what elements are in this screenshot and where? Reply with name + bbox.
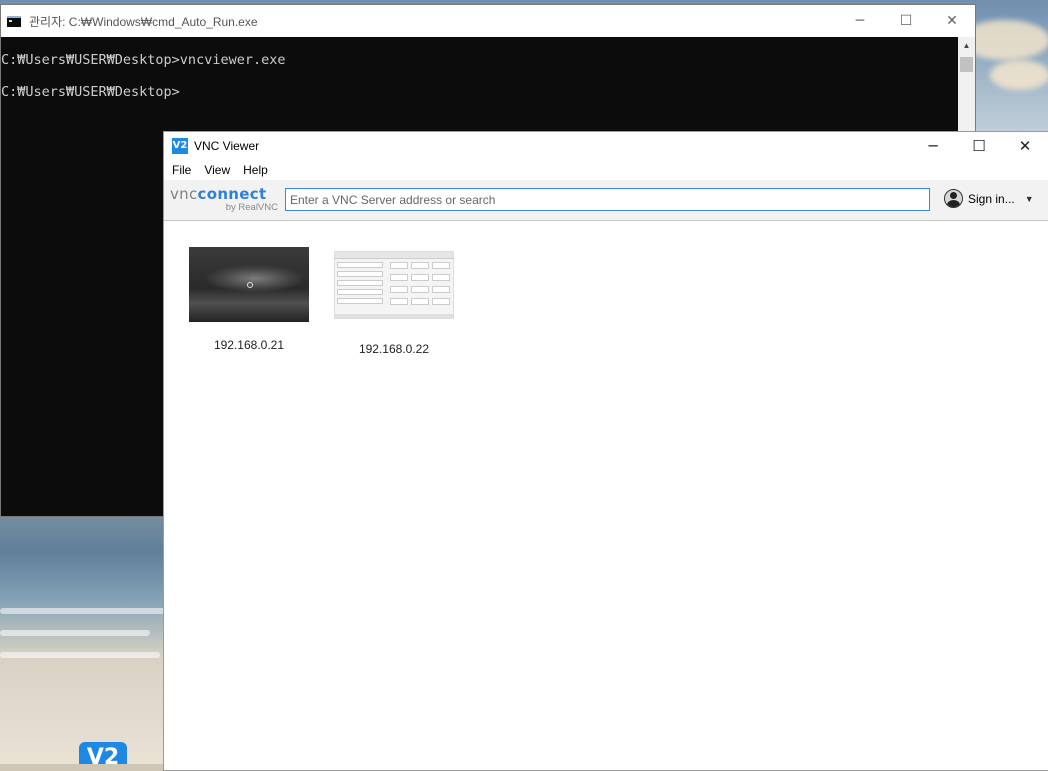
connection-thumbnail[interactable] (334, 251, 454, 319)
minimize-icon: ─ (928, 137, 938, 155)
vnc-connect-logo: vncconnect by RealVNC (170, 187, 282, 213)
vnc-window-title: VNC Viewer (194, 139, 260, 153)
connection-label: 192.168.0.22 (358, 342, 430, 356)
vnc-close-button[interactable]: ✕ (1002, 132, 1048, 160)
maximize-icon: ☐ (972, 137, 986, 155)
maximize-icon: ☐ (899, 13, 913, 29)
vnc-titlebar[interactable]: V2 VNC Viewer ─ ☐ ✕ (164, 132, 1048, 160)
login-spinner-icon (247, 282, 253, 288)
thumbnail-row (337, 298, 383, 304)
thumbnail-key (432, 274, 450, 281)
cmd-title: 관리자: C:₩Windows₩cmd_Auto_Run.exe (29, 14, 258, 29)
thumbnail-key (432, 298, 450, 305)
thumbnail-key (390, 274, 408, 281)
thumbnail-key (390, 298, 408, 305)
scroll-up-icon[interactable]: ▲ (958, 37, 975, 54)
thumbnail-key (390, 286, 408, 293)
close-icon: ✕ (946, 13, 958, 29)
thumbnail-key (411, 298, 429, 305)
sign-in-label: Sign in... (968, 191, 1015, 206)
cmd-console-output[interactable]: C:₩Users₩USER₩Desktop>vncviewer.exe C:₩U… (1, 37, 975, 115)
thumbnail-row (337, 280, 383, 286)
thumbnail-row (337, 289, 383, 295)
connection-thumbnail[interactable] (189, 247, 309, 322)
vnc-viewer-window: V2 VNC Viewer ─ ☐ ✕ File View Help vncco… (163, 131, 1048, 771)
logo-vnc-text: vnc (170, 185, 198, 204)
vnc-maximize-button[interactable]: ☐ (956, 132, 1002, 160)
taskbar-vnc-viewer-icon[interactable]: V2 (79, 742, 127, 764)
minimize-icon: ─ (855, 13, 865, 29)
console-line: C:₩Users₩USER₩Desktop>vncviewer.exe (1, 52, 286, 68)
cmd-close-button[interactable]: ✕ (929, 5, 975, 37)
cmd-titlebar[interactable]: 관리자: C:₩Windows₩cmd_Auto_Run.exe ─ ☐ ✕ (1, 5, 975, 37)
cmd-minimize-button[interactable]: ─ (837, 5, 883, 37)
menu-file[interactable]: File (172, 163, 191, 177)
vnc-toolbar: vncconnect by RealVNC Sign in... ▼ (164, 180, 1048, 221)
connection-tile-192-168-0-21[interactable]: 192.168.0.21 (174, 247, 324, 352)
connection-label: 192.168.0.21 (213, 338, 285, 352)
logo-by-realvnc: by RealVNC (225, 202, 278, 214)
menu-help[interactable]: Help (243, 163, 268, 177)
sign-in-button[interactable]: Sign in... ▼ (944, 189, 1034, 208)
menu-view[interactable]: View (204, 163, 230, 177)
scrollbar-thumb[interactable] (960, 57, 973, 72)
user-avatar-icon (944, 189, 963, 208)
thumbnail-key (432, 286, 450, 293)
vnc-menubar: File View Help (164, 160, 1048, 180)
thumbnail-key (411, 286, 429, 293)
logo-connect-text: connect (197, 185, 267, 204)
cmd-maximize-button[interactable]: ☐ (883, 5, 929, 37)
thumbnail-key (432, 262, 450, 269)
thumbnail-footer (335, 314, 453, 318)
thumbnail-key (411, 274, 429, 281)
connection-tile-192-168-0-22[interactable]: 192.168.0.22 (319, 247, 469, 356)
thumbnail-header (335, 252, 453, 259)
close-icon: ✕ (1018, 137, 1032, 155)
thumbnail-row (337, 262, 383, 268)
server-address-search-input[interactable] (285, 188, 930, 211)
thumbnail-key (390, 262, 408, 269)
console-line: C:₩Users₩USER₩Desktop> (1, 84, 180, 100)
vnc-minimize-button[interactable]: ─ (910, 132, 956, 160)
thumbnail-row (337, 271, 383, 277)
vnc-app-icon: V2 (172, 138, 188, 154)
chevron-down-icon[interactable]: ▼ (1025, 194, 1034, 204)
cmd-terminal-icon (7, 15, 21, 27)
thumbnail-key (411, 262, 429, 269)
